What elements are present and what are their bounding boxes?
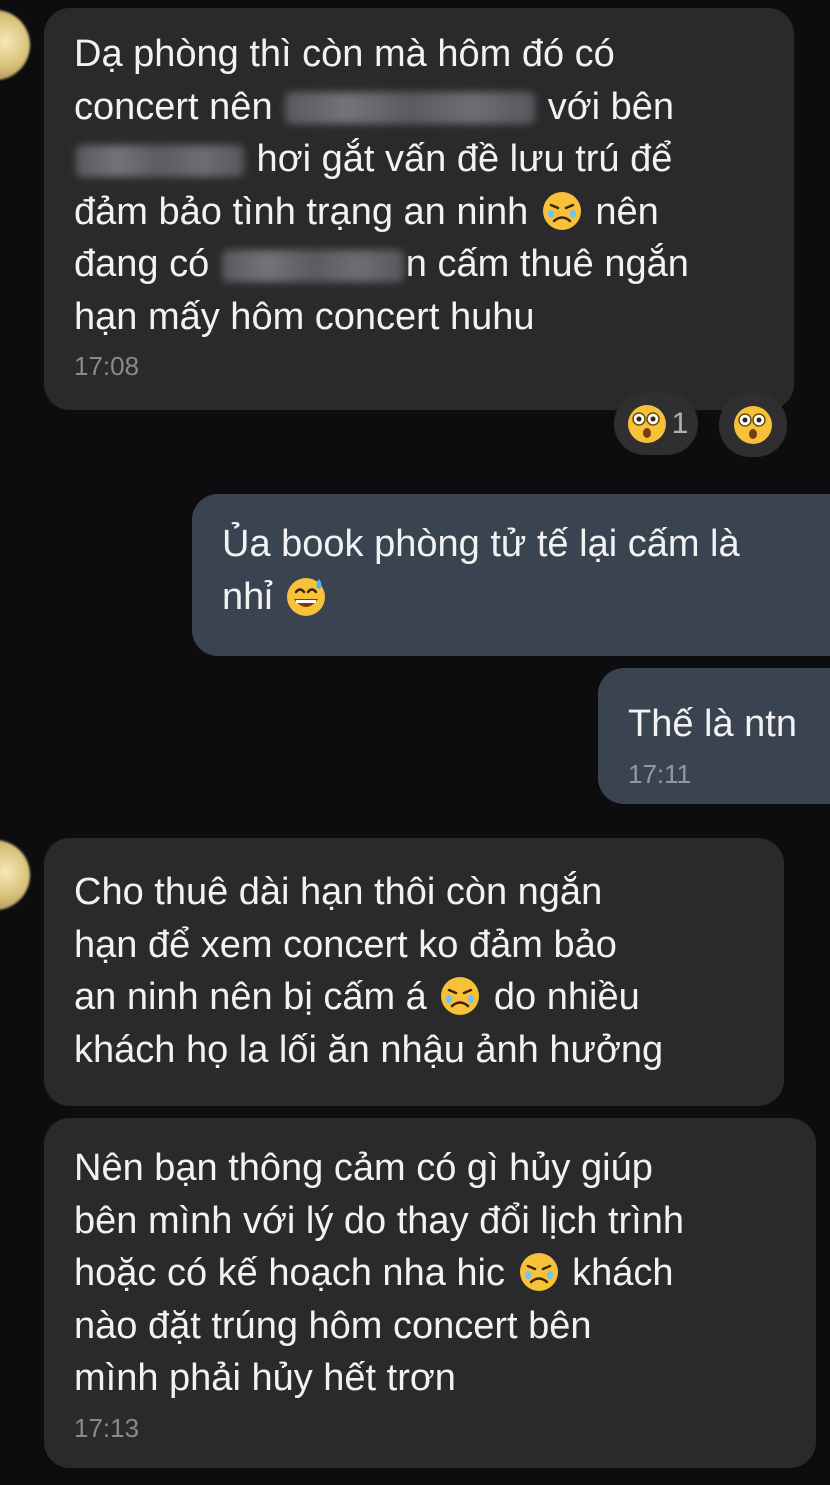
message-text-segment: Cho thuê dài hạn thôi còn ngắn xyxy=(74,871,603,913)
contact-avatar[interactable] xyxy=(0,10,30,80)
message-line: hạn mấy hôm concert huhu xyxy=(74,291,764,344)
redacted-text xyxy=(76,144,244,177)
message-text-segment: nên xyxy=(584,190,659,233)
crying-face-icon xyxy=(439,975,481,1017)
message-text-segment: đảm bảo tình trạng an ninh xyxy=(74,190,539,233)
message-bubble-outgoing[interactable]: Ủa book phòng tử tế lại cấm là nhỉ xyxy=(192,494,830,656)
message-text-segment: an ninh nên bị cấm á xyxy=(74,976,438,1018)
message-text-segment: Thế là ntn xyxy=(628,703,797,745)
message-line: nhỉ xyxy=(222,571,800,624)
message-text-segment: do nhiều xyxy=(483,976,640,1018)
reaction-add-button[interactable] xyxy=(719,393,787,457)
message-text: Thế là ntn xyxy=(628,698,800,751)
message-text-segment: khách họ la lối ăn nhậu ảnh hưởng xyxy=(74,1028,664,1071)
message-line: hơi gắt vấn đề lưu trú để xyxy=(74,133,764,186)
message-text-segment: với bên xyxy=(537,85,675,128)
grinning-sweat-face-icon xyxy=(285,575,327,617)
message-line: đảm bảo tình trạng an ninh nên xyxy=(74,186,764,239)
message-line: khách họ la lối ăn nhậu ảnh hưởng xyxy=(74,1024,754,1077)
message-text-segment: concert nên xyxy=(74,85,284,128)
message-bubble-incoming[interactable]: Nên bạn thông cảm có gì hủy giúp bên mình… xyxy=(44,1118,816,1468)
message-text-segment: nhỉ xyxy=(222,575,284,618)
message-text-segment: hơi gắt vấn đề lưu trú để xyxy=(246,138,673,180)
message-text: Cho thuê dài hạn thôi còn ngắn hạn để xem… xyxy=(74,866,754,1076)
message-line: an ninh nên bị cấm á do nhiều xyxy=(74,971,754,1024)
message-text: Ủa book phòng tử tế lại cấm là nhỉ xyxy=(222,518,800,623)
message-line: mình phải hủy hết trơn xyxy=(74,1352,786,1405)
message-text-segment: mình phải hủy hết trơn xyxy=(74,1357,456,1399)
reaction-count: 1 xyxy=(671,407,689,440)
astonished-face-icon xyxy=(626,403,668,445)
reaction-chip[interactable]: 1 xyxy=(614,393,698,455)
message-text: Nên bạn thông cảm có gì hủy giúp bên mình… xyxy=(74,1142,786,1405)
message-line: nào đặt trúng hôm concert bên xyxy=(74,1300,786,1353)
message-text-segment: nào đặt trúng hôm concert bên xyxy=(74,1304,592,1347)
message-text-segment: hạn mấy hôm concert huhu xyxy=(74,295,535,338)
message-time: 17:08 xyxy=(74,351,140,381)
redacted-text xyxy=(221,249,404,282)
astonished-face-icon xyxy=(732,404,774,446)
message-time: 17:13 xyxy=(74,1412,140,1443)
message-line: bên mình với lý do thay đổi lịch trình xyxy=(74,1195,786,1248)
message-line: Dạ phòng thì còn mà hôm đó có xyxy=(74,28,764,81)
message-bubble-incoming[interactable]: Cho thuê dài hạn thôi còn ngắn hạn để xem… xyxy=(44,838,784,1106)
message-line: Cho thuê dài hạn thôi còn ngắn xyxy=(74,866,754,919)
message-time: 17:11 xyxy=(628,758,692,789)
message-line: Thế là ntn xyxy=(628,698,800,751)
message-text-segment: khách xyxy=(561,1252,674,1294)
message-text-segment: hoặc có kế hoạch nha hic xyxy=(74,1252,516,1294)
message-text-segment: Ủa book phòng tử tế lại cấm là xyxy=(222,523,740,565)
message-text: Dạ phòng thì còn mà hôm đó có concert nên… xyxy=(74,28,764,343)
message-line: Nên bạn thông cảm có gì hủy giúp xyxy=(74,1142,786,1195)
message-text-segment: Dạ phòng thì còn mà hôm đó có xyxy=(74,33,615,75)
message-line: hạn để xem concert ko đảm bảo xyxy=(74,919,754,972)
crying-face-icon xyxy=(518,1251,560,1293)
message-bubble-incoming[interactable]: Dạ phòng thì còn mà hôm đó có concert nên… xyxy=(44,8,794,410)
message-text-segment: Nên bạn thông cảm có gì hủy giúp xyxy=(74,1147,653,1189)
message-text-segment: hạn để xem concert ko đảm bảo xyxy=(74,923,617,966)
message-line: đang có n cấm thuê ngắn xyxy=(74,238,764,291)
message-line: hoặc có kế hoạch nha hic khách xyxy=(74,1247,786,1300)
message-line: concert nên với bên xyxy=(74,81,764,134)
redacted-text xyxy=(285,92,536,125)
message-text-segment: đang có xyxy=(74,243,220,285)
message-text-segment: bên mình với lý do thay đổi lịch trình xyxy=(74,1199,685,1242)
crying-face-icon xyxy=(541,190,583,232)
message-line: Ủa book phòng tử tế lại cấm là xyxy=(222,518,800,571)
message-bubble-outgoing[interactable]: Thế là ntn 17:11 xyxy=(598,668,830,804)
contact-avatar[interactable] xyxy=(0,840,30,910)
message-text-segment: n cấm thuê ngắn xyxy=(405,243,689,285)
